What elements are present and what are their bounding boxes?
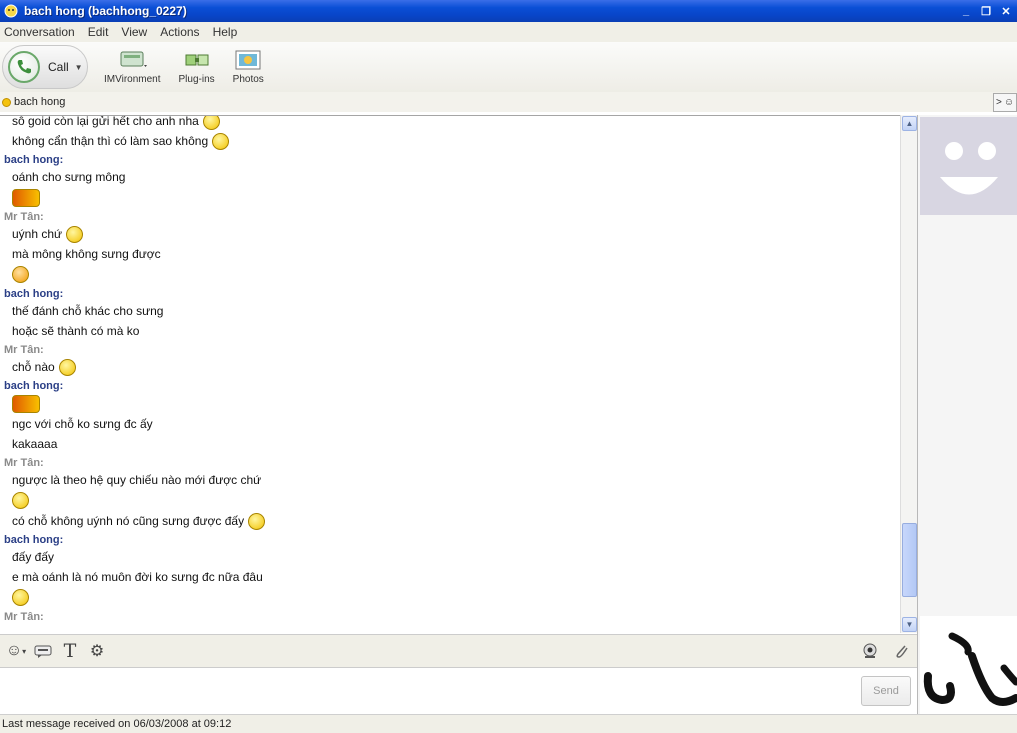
messenger-icon <box>4 4 18 18</box>
chat-scrollbar[interactable]: ▲ ▼ <box>900 115 917 633</box>
dancing-emoticon-icon <box>12 188 40 207</box>
menu-help[interactable]: Help <box>213 25 238 39</box>
sender-name: Mr Tân: <box>4 211 44 223</box>
message-group: Mr Tân: ngược là theo hệ quy chiếu nào m… <box>0 456 900 531</box>
thinking-emoticon-icon <box>12 589 29 606</box>
last-message-status: Last message received on 06/03/2008 at 0… <box>2 718 232 730</box>
menu-bar: Conversation Edit View Actions Help <box>0 22 1017 42</box>
sender-name: Mr Tân: <box>4 611 44 623</box>
plugins-button[interactable]: Plug-ins <box>179 49 215 85</box>
message-group: bach hong: thế đánh chỗ khác cho sưng ho… <box>0 287 900 341</box>
scrollbar-thumb[interactable] <box>902 523 917 597</box>
photos-label: Photos <box>232 74 264 85</box>
menu-conversation[interactable]: Conversation <box>4 25 75 39</box>
call-label: Call <box>48 60 69 74</box>
plugins-label: Plug-ins <box>178 74 215 85</box>
message-input[interactable] <box>0 667 917 714</box>
message-group: Mr Tân: chỗ nào <box>0 343 900 377</box>
grin-emoticon-icon <box>66 225 84 243</box>
person-icon: ☺ <box>1003 97 1015 108</box>
expand-pane-button[interactable]: > ☺ <box>993 93 1017 112</box>
message-line: thế đánh chỗ khác cho sưng <box>12 304 164 318</box>
emoticon-icon <box>202 116 220 130</box>
menu-edit[interactable]: Edit <box>88 25 109 39</box>
contact-bar: bach hong > ☺ <box>0 92 1017 112</box>
emoticon-icon <box>212 132 230 150</box>
window-title: bach hong (bachhong_0227) <box>24 4 187 18</box>
webcam-icon[interactable] <box>859 640 881 662</box>
thinking-emoticon-icon <box>12 492 29 509</box>
restore-icon[interactable]: ❐ <box>977 3 995 19</box>
message-group: bach hong: oánh cho sưng mông <box>0 153 900 208</box>
scroll-down-icon[interactable]: ▼ <box>902 617 917 632</box>
message-line: hoặc sẽ thành có mà ko <box>12 324 140 338</box>
message-line: ngược là theo hệ quy chiếu nào mới được … <box>12 473 262 487</box>
message-line: chỗ nào <box>12 357 900 377</box>
send-button[interactable]: Send <box>861 676 911 706</box>
message-line: ngc với chỗ ko sưng đc ấy <box>12 417 153 431</box>
message-group: sô goid còn lại gửi hết cho anh nha khôn… <box>0 116 900 151</box>
sender-name: bach hong: <box>4 288 64 300</box>
message-line: không cẩn thận thì có làm sao không <box>12 131 900 151</box>
message-line: đấy đấy <box>12 550 55 564</box>
user-avatar[interactable] <box>920 616 1017 714</box>
photos-button[interactable]: Photos <box>233 49 264 85</box>
message-line: uýnh chứ <box>12 224 900 244</box>
message-line: kakaaaa <box>12 437 58 451</box>
sender-name: Mr Tân: <box>4 344 44 356</box>
status-bar: Last message received on 06/03/2008 at 0… <box>0 714 1017 733</box>
phone-icon <box>8 51 40 83</box>
sender-name: bach hong: <box>4 380 64 392</box>
menu-actions[interactable]: Actions <box>160 25 199 39</box>
contact-avatar[interactable] <box>920 117 1017 215</box>
font-icon[interactable]: T <box>59 640 81 662</box>
call-button[interactable]: Call ▼ <box>2 45 88 89</box>
status-dot-icon <box>2 97 11 107</box>
message-line: e mà oánh là nó muôn đời ko sưng đc nữa … <box>12 570 263 584</box>
message-group: bach hong: ngc với chỗ ko sưng đc ấy kak… <box>0 379 900 454</box>
minimize-icon[interactable]: _ <box>957 3 975 19</box>
photos-icon <box>235 49 261 71</box>
message-group: bach hong: đấy đấy e mà oánh là nó muôn … <box>0 533 900 608</box>
emoticon-icon <box>12 266 29 283</box>
attach-icon[interactable] <box>890 640 912 662</box>
message-group: Mr Tân: <box>0 610 900 624</box>
sender-name: Mr Tân: <box>4 457 44 469</box>
imvironment-button[interactable]: IMVironment <box>104 49 161 85</box>
chat-transcript[interactable]: sô goid còn lại gửi hết cho anh nha khôn… <box>0 115 900 633</box>
toolbar: Call ▼ IMVironment Plug-ins Photos <box>0 42 1017 92</box>
message-line: mà mông không sưng được <box>12 247 161 261</box>
scroll-up-icon[interactable]: ▲ <box>902 116 917 131</box>
close-icon[interactable]: ✕ <box>997 3 1015 19</box>
menu-view[interactable]: View <box>121 25 147 39</box>
tongue-emoticon-icon <box>58 358 76 376</box>
message-line: sô goid còn lại gửi hết cho anh nha <box>12 116 900 131</box>
display-picture-pane <box>917 115 1017 714</box>
message-group: Mr Tân: uýnh chứ mà mông không sưng được <box>0 210 900 285</box>
sender-name: bach hong: <box>4 534 64 546</box>
plugins-icon <box>184 49 210 71</box>
nudge-icon[interactable] <box>32 640 54 662</box>
sender-name: bach hong: <box>4 154 64 166</box>
message-line: oánh cho sưng mông <box>12 170 126 184</box>
contact-name[interactable]: bach hong <box>14 96 65 108</box>
emoticon-picker-icon[interactable]: ☺ ▾ <box>5 640 27 662</box>
grin-emoticon-icon <box>248 512 266 530</box>
audibles-icon[interactable]: ⚙ <box>86 640 108 662</box>
title-bar[interactable]: bach hong (bachhong_0227) _ ❐ ✕ <box>0 0 1017 22</box>
imvironment-icon <box>119 49 148 71</box>
chevron-down-icon[interactable]: ▼ <box>75 63 83 72</box>
format-toolbar: ☺ ▾ T ⚙ <box>0 634 917 667</box>
message-line: có chỗ không uýnh nó cũng sưng được đấy <box>12 511 900 531</box>
imvironment-label: IMVironment <box>104 74 161 85</box>
dancing-emoticon-icon <box>12 394 40 413</box>
